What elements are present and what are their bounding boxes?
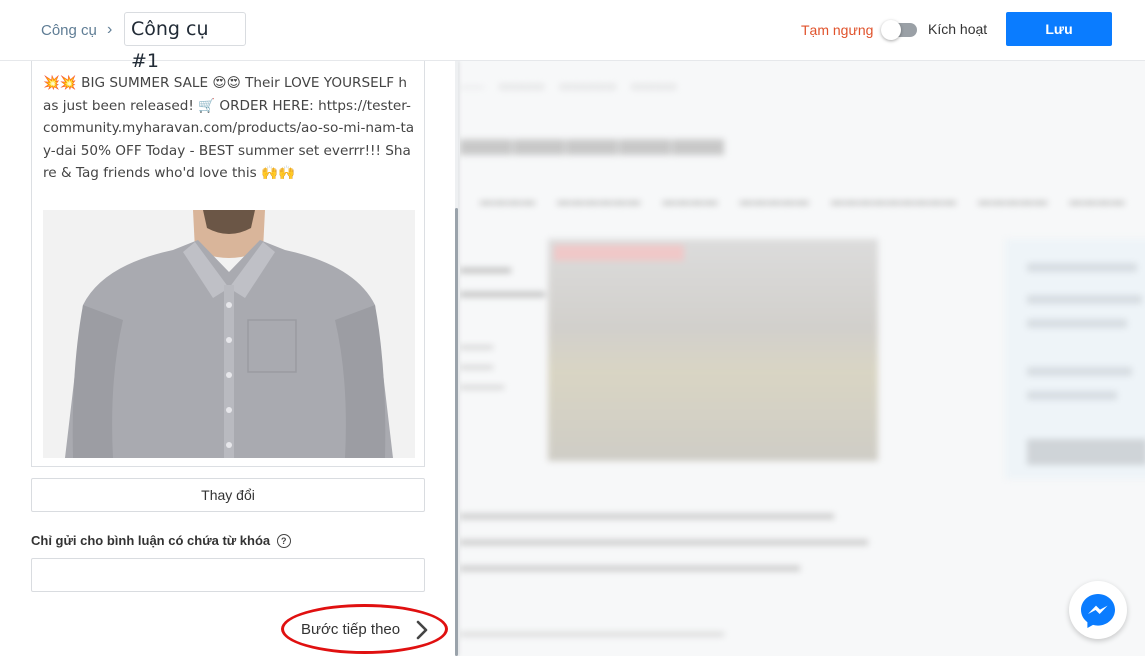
active-label: Kích hoạt: [928, 21, 988, 37]
post-preview-card: 💥💥 BIG SUMMER SALE 😍😍 Their LOVE YOURSEL…: [31, 61, 425, 467]
preview-card-line: [1027, 367, 1132, 376]
top-bar: Công cụ › Công cụ #1 Tạm ngưng Kích hoạt…: [0, 0, 1145, 72]
preview-card-line: [1027, 295, 1142, 304]
toggle-knob: [881, 20, 901, 40]
tool-name-input[interactable]: Công cụ #1: [124, 12, 246, 72]
preview-card-line: [1027, 263, 1137, 272]
settings-panel: 💥💥 BIG SUMMER SALE 😍😍 Their LOVE YOURSEL…: [0, 61, 458, 656]
panel-scrollbar-thumb[interactable]: [455, 208, 458, 656]
preview-masthead: ▬▬▬▬▬: [460, 110, 725, 167]
change-post-button[interactable]: Thay đổi: [31, 478, 425, 512]
preview-card-button: [1027, 439, 1145, 465]
help-circle-icon[interactable]: ?: [276, 534, 291, 548]
background-preview: —— ▭▭▭▭ ▭▭▭▭▭ ▭▭▭▭ ▬▬▬▬▬ ▬▬▬▬ ▬▬▬▬▬▬ ▬▬▬…: [460, 61, 1145, 656]
pause-label: Tạm ngưng: [801, 22, 874, 38]
preview-blur-layer: —— ▭▭▭▭ ▭▭▭▭▭ ▭▭▭▭ ▬▬▬▬▬ ▬▬▬▬ ▬▬▬▬▬▬ ▬▬▬…: [460, 61, 1145, 656]
messenger-chat-button[interactable]: [1069, 581, 1127, 639]
keyword-label-text: Chỉ gửi cho bình luận có chứa từ khóa: [31, 533, 271, 548]
activation-toggle[interactable]: [881, 20, 917, 40]
breadcrumb-separator: ›: [107, 21, 113, 38]
shirt-image: [43, 210, 415, 458]
preview-image: [548, 239, 878, 461]
post-image: [43, 210, 415, 458]
preview-menu: ▬▬▬▬ ▬▬▬▬▬▬ ▬▬▬▬ ▬▬▬▬▬ ▬▬▬▬▬▬▬▬▬ ▬▬▬▬▬ ▬…: [480, 193, 1126, 208]
preview-meta: ▬▬▬ ▬▬▬ ▬▬▬▬: [460, 340, 504, 392]
preview-side-card: [1005, 239, 1145, 479]
post-text: 💥💥 BIG SUMMER SALE 😍😍 Their LOVE YOURSEL…: [43, 75, 415, 181]
breadcrumb-tools-link[interactable]: Công cụ: [41, 22, 97, 39]
preview-card-line: [1027, 319, 1127, 328]
preview-headline: ▬▬▬ ▬▬▬▬▬: [460, 258, 545, 301]
preview-footnote: ▬▬▬▬▬▬▬▬▬▬▬▬▬▬▬▬▬▬▬▬▬▬▬▬: [460, 627, 724, 639]
preview-paragraph: ▬▬▬▬▬▬▬▬▬▬▬▬▬▬▬▬▬▬▬▬▬▬ ▬▬▬▬▬▬▬▬▬▬▬▬▬▬▬▬▬▬…: [460, 504, 868, 575]
keyword-label: Chỉ gửi cho bình luận có chứa từ khóa ?: [31, 533, 291, 548]
preview-card-line: [1027, 391, 1117, 400]
messenger-icon: [1081, 594, 1115, 628]
save-button[interactable]: Lưu: [1006, 12, 1112, 46]
keyword-input[interactable]: [31, 558, 425, 592]
preview-nav: —— ▭▭▭▭ ▭▭▭▭▭ ▭▭▭▭: [460, 79, 677, 93]
annotation-highlight: [281, 604, 448, 654]
preview-image-tag: [554, 245, 684, 261]
